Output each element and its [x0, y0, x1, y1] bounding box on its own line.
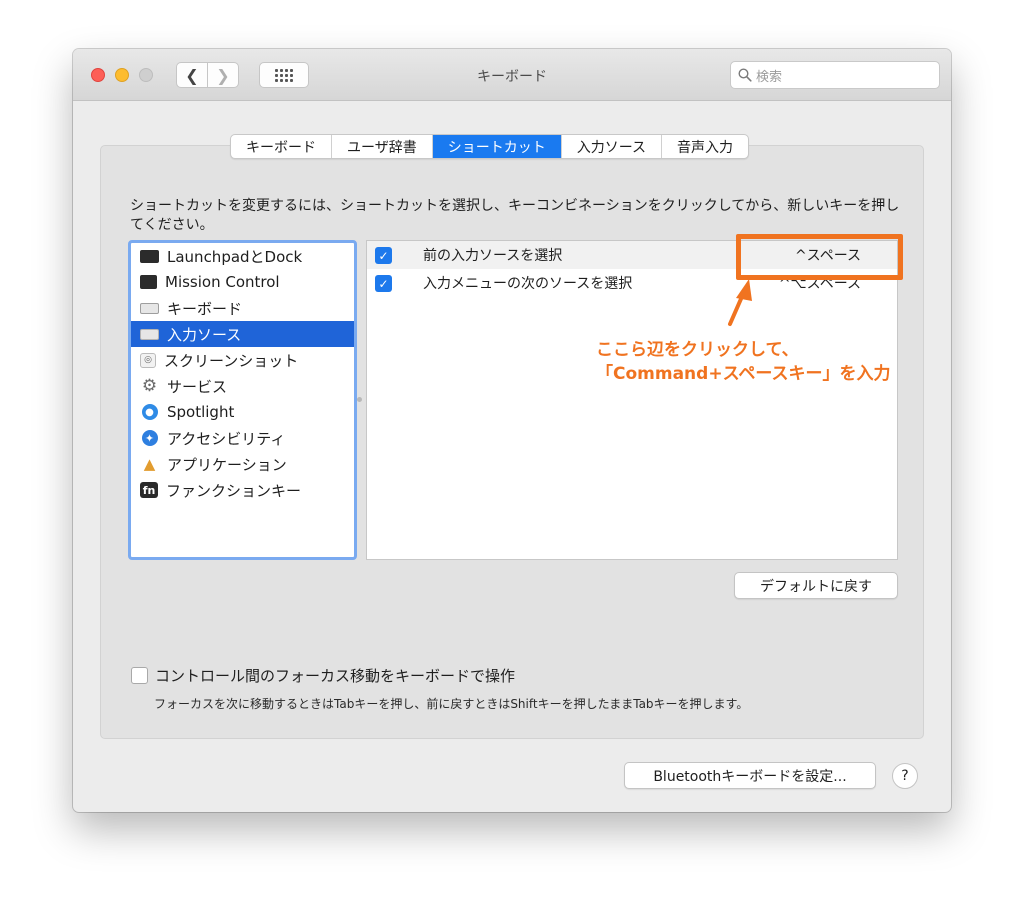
annotation-line-1: ここら辺をクリックして、 — [596, 340, 799, 360]
annotation-line-2: 「Command+スペースキー」を入力 — [596, 364, 891, 384]
annotation-arrow-icon — [728, 279, 752, 326]
annotation-text: ここら辺をクリックして、 「Command+スペースキー」を入力 — [596, 338, 936, 386]
